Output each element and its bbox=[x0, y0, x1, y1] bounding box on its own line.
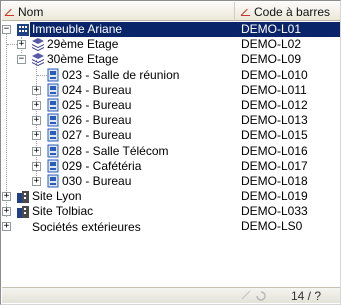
room-icon bbox=[47, 83, 59, 97]
tree-row[interactable]: 023 - Salle de réunion DEMO-L010 bbox=[2, 67, 340, 83]
sort-indicator-icon bbox=[5, 7, 15, 17]
row-code: DEMO-L09 bbox=[241, 52, 302, 67]
row-code: DEMO-L016 bbox=[241, 143, 308, 158]
tree-row[interactable]: + 024 - Bureau DEMO-L011 bbox=[2, 82, 340, 98]
expand-toggle-icon[interactable]: + bbox=[17, 40, 26, 50]
row-code: DEMO-L017 bbox=[241, 158, 308, 173]
expand-toggle-icon[interactable]: + bbox=[32, 146, 41, 156]
row-name: Site Tolbiac bbox=[32, 204, 94, 219]
building-icon bbox=[17, 191, 29, 204]
room-icon bbox=[47, 144, 59, 157]
row-code: DEMO-L010 bbox=[241, 67, 308, 82]
tree-row[interactable]: + Site Tolbiac DEMO-L033 bbox=[2, 204, 340, 219]
row-name: 027 - Bureau bbox=[62, 128, 132, 143]
expand-toggle-icon[interactable]: + bbox=[32, 100, 41, 110]
expand-toggle-icon[interactable]: + bbox=[2, 207, 11, 217]
room-icon bbox=[47, 113, 59, 127]
row-name: 025 - Bureau bbox=[62, 98, 132, 113]
tree-rows: − Immeuble Ariane DEMO-L01 + 29ème Etage… bbox=[2, 22, 340, 235]
sort-indicator-icon bbox=[241, 290, 251, 300]
row-code: DEMO-L019 bbox=[241, 189, 308, 204]
building-icon bbox=[17, 206, 29, 219]
tree-row[interactable]: − Immeuble Ariane DEMO-L01 bbox=[2, 22, 340, 37]
room-icon bbox=[47, 98, 59, 112]
row-name: 024 - Bureau bbox=[62, 82, 132, 97]
row-code: DEMO-L012 bbox=[241, 97, 308, 112]
row-name: 023 - Salle de réunion bbox=[62, 67, 180, 82]
collapse-toggle-icon[interactable]: − bbox=[17, 55, 26, 65]
column-header-name[interactable]: Nom bbox=[2, 2, 235, 21]
tree-row[interactable]: + 030 - Bureau DEMO-L018 bbox=[2, 173, 340, 189]
floor-stack-icon bbox=[32, 53, 44, 67]
column-header-name-label: Nom bbox=[18, 4, 44, 19]
expand-toggle-icon[interactable]: + bbox=[2, 192, 11, 202]
room-icon bbox=[47, 68, 59, 82]
refresh-icon[interactable] bbox=[255, 290, 267, 302]
row-name: Site Lyon bbox=[32, 189, 82, 204]
tree-grid: Nom Code à barres − Immeuble Ariane DEMO… bbox=[0, 0, 341, 305]
row-name: 029 - Cafétéria bbox=[62, 158, 142, 173]
building-icon bbox=[17, 24, 29, 36]
tree-row[interactable]: + 29ème Etage DEMO-L02 bbox=[2, 37, 340, 52]
row-code: DEMO-L015 bbox=[241, 128, 308, 143]
record-counter: 14 / ? bbox=[290, 288, 321, 303]
sort-indicator-icon bbox=[241, 7, 251, 17]
tree-row[interactable]: + 029 - Cafétéria DEMO-L017 bbox=[2, 158, 340, 174]
row-code: DEMO-L033 bbox=[241, 204, 308, 219]
tree-row[interactable]: + 028 - Salle Télécom DEMO-L016 bbox=[2, 143, 340, 159]
expand-toggle-icon[interactable]: + bbox=[32, 116, 41, 126]
expand-toggle-icon[interactable]: + bbox=[32, 176, 41, 186]
collapse-toggle-icon[interactable]: − bbox=[2, 25, 11, 34]
expand-toggle-icon[interactable]: + bbox=[32, 131, 41, 141]
column-header-bar: Nom Code à barres bbox=[2, 2, 340, 21]
room-icon bbox=[47, 159, 59, 173]
row-name: 028 - Salle Télécom bbox=[62, 143, 169, 158]
expand-toggle-icon[interactable]: + bbox=[32, 85, 41, 95]
row-name: Sociétés extérieures bbox=[32, 219, 141, 234]
tree-row[interactable]: + Site Lyon DEMO-L019 bbox=[2, 189, 340, 204]
row-code: DEMO-L01 bbox=[241, 22, 302, 36]
row-code: DEMO-L013 bbox=[241, 113, 308, 128]
row-name: Immeuble Ariane bbox=[32, 22, 123, 37]
expand-toggle-icon[interactable]: + bbox=[32, 161, 41, 171]
row-code: DEMO-L02 bbox=[241, 37, 302, 52]
row-code: DEMO-L011 bbox=[241, 82, 307, 97]
row-name: 026 - Bureau bbox=[62, 113, 132, 128]
expand-toggle-icon[interactable]: + bbox=[2, 222, 11, 232]
floor-stack-icon bbox=[32, 38, 44, 52]
row-name: 30ème Etage bbox=[47, 52, 119, 67]
row-code: DEMO-LS0 bbox=[241, 219, 303, 234]
column-header-code-label: Code à barres bbox=[254, 4, 331, 19]
tree-row[interactable]: + 025 - Bureau DEMO-L012 bbox=[2, 97, 340, 113]
status-bar: 14 / ? bbox=[2, 287, 340, 303]
row-code: DEMO-L018 bbox=[241, 173, 308, 188]
row-name: 030 - Bureau bbox=[62, 173, 132, 188]
row-name: 29ème Etage bbox=[47, 37, 119, 52]
tree-row[interactable]: − 30ème Etage DEMO-L09 bbox=[2, 52, 340, 67]
tree-row[interactable]: + 026 - Bureau DEMO-L013 bbox=[2, 113, 340, 128]
column-header-code[interactable]: Code à barres bbox=[236, 2, 340, 21]
room-icon bbox=[47, 128, 59, 142]
tree-row[interactable]: + 027 - Bureau DEMO-L015 bbox=[2, 128, 340, 143]
room-icon bbox=[47, 174, 59, 188]
tree-row[interactable]: + Sociétés extérieures DEMO-LS0 bbox=[2, 219, 340, 234]
